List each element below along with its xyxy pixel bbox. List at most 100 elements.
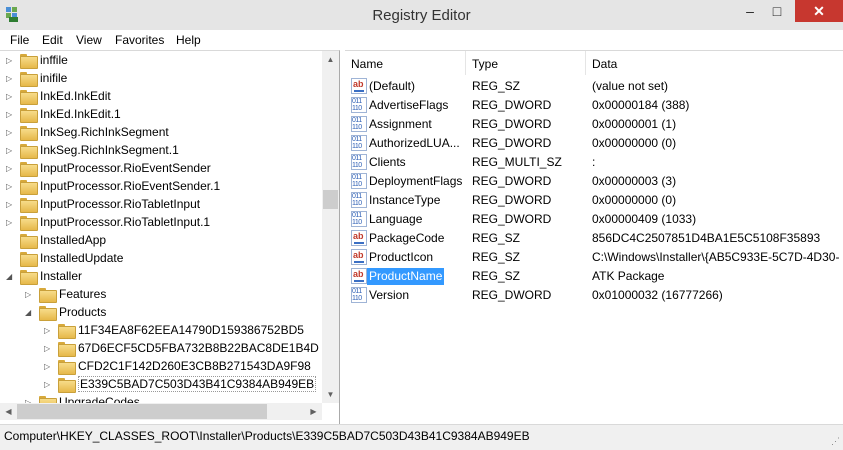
value-row[interactable]: Version REG_DWORD 0x01000032 (16777266) xyxy=(345,286,843,305)
value-data: 856DC4C2507851D4BA1E5C5108F35893 xyxy=(592,231,821,245)
scroll-thumb[interactable] xyxy=(323,190,338,209)
folder-icon xyxy=(20,198,38,213)
scroll-thumb[interactable] xyxy=(17,404,267,419)
menu-file[interactable]: File xyxy=(10,33,29,47)
tree-item-label: CFD2C1F142D260E3CB8B271543DA9F98 xyxy=(78,359,311,373)
scroll-right-arrow-icon[interactable]: ▶ xyxy=(305,403,322,420)
expand-arrow-icon[interactable]: ▷ xyxy=(44,344,52,354)
expand-arrow-icon[interactable]: ▷ xyxy=(6,218,14,228)
value-row[interactable]: Clients REG_MULTI_SZ: xyxy=(345,153,843,172)
value-data: 0x01000032 (16777266) xyxy=(592,288,723,302)
close-button[interactable]: ✕ xyxy=(795,0,843,22)
value-data: (value not set) xyxy=(592,79,669,93)
value-row[interactable]: DeploymentFlags REG_DWORD 0x00000003 (3) xyxy=(345,172,843,191)
folder-icon xyxy=(58,324,76,339)
column-header-name[interactable]: Name xyxy=(345,51,466,75)
registry-key-tree[interactable]: ▷ inffile ▷ inifile ▷ InkEd.InkEdit ▷ InkEd.Ink… xyxy=(0,50,340,424)
tree-item-label: InputProcessor.RioTabletInput xyxy=(40,197,201,211)
folder-icon xyxy=(20,144,38,159)
value-row[interactable]: ProductName REG_SZ ATK Package xyxy=(345,267,843,286)
scroll-left-arrow-icon[interactable]: ◀ xyxy=(0,403,17,420)
value-row[interactable]: InstanceType REG_DWORD 0x00000000 (0) xyxy=(345,191,843,210)
expand-arrow-icon[interactable]: ▷ xyxy=(6,74,14,84)
value-name: Version xyxy=(369,288,410,302)
expand-arrow-icon[interactable]: ▷ xyxy=(6,110,14,120)
tree-vertical-scrollbar[interactable]: ▲ ▼ xyxy=(322,51,339,403)
value-name: PackageCode xyxy=(369,231,445,245)
menu-favorites[interactable]: Favorites xyxy=(115,33,164,47)
expand-arrow-icon xyxy=(6,254,14,264)
value-row[interactable]: Language REG_DWORD 0x00000409 (1033) xyxy=(345,210,843,229)
value-data: 0x00000003 (3) xyxy=(592,174,677,188)
tree-item-label: InputProcessor.RioEventSender xyxy=(40,161,211,175)
tree-item-label: Features xyxy=(59,287,107,301)
menu-view[interactable]: View xyxy=(76,33,102,47)
string-value-icon xyxy=(351,268,367,284)
value-name: DeploymentFlags xyxy=(369,174,463,188)
tree-horizontal-scrollbar[interactable]: ◀ ▶ xyxy=(0,403,322,420)
tree-item-label: InkEd.InkEdit xyxy=(40,89,111,103)
string-value-icon xyxy=(351,78,367,94)
minimize-button[interactable]: – xyxy=(737,0,763,22)
folder-icon xyxy=(58,342,76,357)
collapse-arrow-icon[interactable]: ◢ xyxy=(25,308,33,318)
value-row[interactable]: Assignment REG_DWORD 0x00000001 (1) xyxy=(345,115,843,134)
value-data: ATK Package xyxy=(592,269,665,283)
scroll-down-arrow-icon[interactable]: ▼ xyxy=(322,386,339,403)
expand-arrow-icon[interactable]: ▷ xyxy=(25,290,33,300)
expand-arrow-icon[interactable]: ▷ xyxy=(6,92,14,102)
value-row[interactable]: AuthorizedLUA... REG_DWORD 0x00000000 (0) xyxy=(345,134,843,153)
folder-icon xyxy=(39,288,57,303)
value-name: (Default) xyxy=(369,79,416,93)
maximize-button[interactable]: □ xyxy=(764,0,790,22)
value-row[interactable]: PackageCode REG_SZ 856DC4C2507851D4BA1E5C5… xyxy=(345,229,843,248)
folder-icon xyxy=(20,270,38,285)
expand-arrow-icon[interactable]: ▷ xyxy=(44,362,52,372)
column-header-type[interactable]: Type xyxy=(466,51,586,75)
scroll-up-arrow-icon[interactable]: ▲ xyxy=(322,51,339,68)
tree-item-label: E339C5BAD7C503D43B41C9384AB949EB xyxy=(78,376,317,392)
menu-edit[interactable]: Edit xyxy=(42,33,63,47)
binary-value-icon xyxy=(351,135,367,151)
expand-arrow-icon[interactable]: ▷ xyxy=(44,380,52,390)
value-type: REG_MULTI_SZ xyxy=(472,155,562,169)
collapse-arrow-icon[interactable]: ◢ xyxy=(6,272,14,282)
folder-icon xyxy=(58,360,76,375)
expand-arrow-icon[interactable]: ▷ xyxy=(6,200,14,210)
expand-arrow-icon[interactable]: ▷ xyxy=(6,128,14,138)
value-data: 0x00000000 (0) xyxy=(592,136,677,150)
tree-item-label: InstalledUpdate xyxy=(40,251,124,265)
folder-icon xyxy=(20,54,38,69)
tree-item-label: Products xyxy=(59,305,107,319)
expand-arrow-icon xyxy=(6,236,14,246)
value-data: 0x00000000 (0) xyxy=(592,193,677,207)
string-value-icon xyxy=(351,230,367,246)
value-type: REG_DWORD xyxy=(472,117,552,131)
expand-arrow-icon[interactable]: ▷ xyxy=(6,56,14,66)
value-type: REG_DWORD xyxy=(472,98,552,112)
value-type: REG_DWORD xyxy=(472,174,552,188)
menu-bar: File Edit View Favorites Help xyxy=(0,30,843,50)
expand-arrow-icon[interactable]: ▷ xyxy=(6,164,14,174)
value-name: AdvertiseFlags xyxy=(369,98,449,112)
value-row[interactable]: ProductIcon REG_SZ C:\Windows\Installer\{A… xyxy=(345,248,843,267)
column-header-data[interactable]: Data xyxy=(586,51,843,75)
menu-help[interactable]: Help xyxy=(176,33,201,47)
value-data: 0x00000409 (1033) xyxy=(592,212,697,226)
tree-item-label: InkSeg.RichInkSegment.1 xyxy=(40,143,179,157)
expand-arrow-icon[interactable]: ▷ xyxy=(6,146,14,156)
tree-item-label: inifile xyxy=(40,71,68,85)
expand-arrow-icon[interactable]: ▷ xyxy=(44,326,52,336)
value-type: REG_DWORD xyxy=(472,212,552,226)
expand-arrow-icon[interactable]: ▷ xyxy=(6,182,14,192)
value-name: Language xyxy=(369,212,423,226)
resize-grip-icon[interactable]: ⋰ xyxy=(831,436,840,447)
value-data: C:\Windows\Installer\{AB5C933E-5C7D-4D30… xyxy=(592,250,840,264)
binary-value-icon xyxy=(351,287,367,303)
value-data: 0x00000001 (1) xyxy=(592,117,677,131)
title-bar: Registry Editor – □ ✕ xyxy=(0,0,843,30)
tree-item-label: InkSeg.RichInkSegment xyxy=(40,125,169,139)
registry-values-list: Name Type Data (Default) REG_SZ (value not… xyxy=(345,50,843,424)
value-row[interactable]: (Default) REG_SZ (value not set) xyxy=(345,77,843,96)
value-row[interactable]: AdvertiseFlags REG_DWORD 0x00000184 (388) xyxy=(345,96,843,115)
